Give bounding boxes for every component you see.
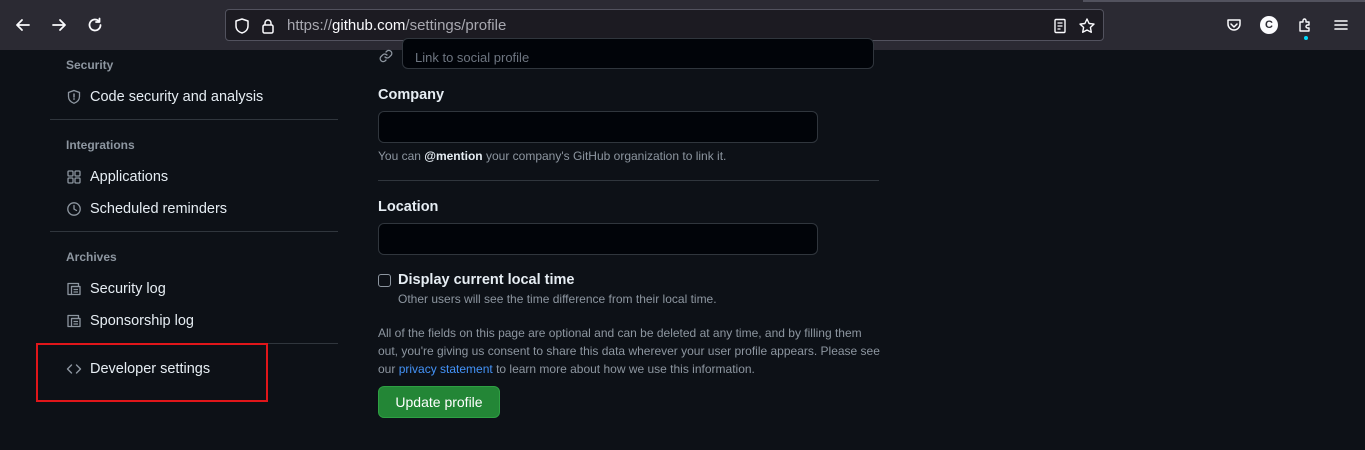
sidebar-item-label: Security log (90, 281, 166, 297)
log-icon (66, 313, 82, 329)
location-input[interactable] (378, 223, 818, 255)
company-input[interactable] (378, 111, 818, 143)
sidebar-item-sponsorship-log[interactable]: Sponsorship log (66, 309, 194, 333)
highlight-annotation-box (36, 343, 268, 402)
arrow-left-icon (16, 19, 30, 31)
clock-icon (66, 201, 82, 217)
sidebar-item-security-log[interactable]: Security log (66, 277, 166, 301)
menu-button[interactable] (1328, 12, 1354, 38)
sidebar-item-label: Code security and analysis (90, 89, 264, 105)
link-icon (379, 49, 393, 63)
tab-strip-edge (1083, 0, 1365, 2)
sidebar-item-label: Sponsorship log (90, 313, 194, 329)
company-note: You can @mention your company's GitHub o… (378, 149, 727, 163)
pocket-button[interactable] (1221, 12, 1247, 38)
arrow-right-icon (52, 19, 66, 31)
social-link-input[interactable] (402, 38, 874, 69)
back-button[interactable] (10, 12, 36, 38)
divider (378, 180, 879, 181)
local-time-checkbox[interactable] (378, 274, 391, 287)
reload-button[interactable] (82, 12, 108, 38)
log-icon (66, 281, 82, 297)
update-profile-button[interactable]: Update profile (378, 386, 500, 418)
puzzle-icon (1299, 18, 1310, 32)
forward-button[interactable] (46, 12, 72, 38)
sidebar-item-code-security[interactable]: Code security and analysis (66, 85, 263, 109)
company-label: Company (378, 87, 445, 103)
privacy-statement-link[interactable]: privacy statement (399, 362, 493, 376)
location-label: Location (378, 199, 439, 215)
star-icon[interactable] (1078, 17, 1096, 35)
reader-view-icon[interactable] (1051, 17, 1069, 35)
divider (50, 231, 338, 232)
section-heading-security: Security (66, 58, 114, 72)
pocket-icon (1227, 19, 1241, 31)
hamburger-menu-icon (1334, 20, 1348, 30)
divider (50, 119, 338, 120)
local-time-label[interactable]: Display current local time (398, 272, 574, 288)
apps-icon (66, 169, 82, 185)
section-heading-archives: Archives (66, 250, 117, 264)
sidebar-item-label: Applications (90, 169, 169, 185)
extensions-button[interactable] (1292, 12, 1318, 38)
sidebar-item-scheduled-reminders[interactable]: Scheduled reminders (66, 197, 227, 221)
shield-icon (66, 89, 82, 105)
sidebar-item-applications[interactable]: Applications (66, 165, 168, 189)
sidebar-item-label: Scheduled reminders (90, 201, 228, 217)
privacy-disclaimer: All of the fields on this page are optio… (378, 326, 880, 376)
reload-icon (88, 17, 102, 32)
lock-icon[interactable] (259, 17, 277, 35)
address-bar[interactable]: https://github.com/settings/profile (225, 9, 1104, 41)
section-heading-integrations: Integrations (66, 138, 135, 152)
local-time-hint: Other users will see the time difference… (398, 292, 717, 306)
extension-badge (1304, 36, 1308, 40)
account-avatar[interactable]: C (1260, 16, 1278, 34)
shield-icon[interactable] (233, 17, 251, 35)
url-text[interactable]: https://github.com/settings/profile (287, 17, 506, 34)
